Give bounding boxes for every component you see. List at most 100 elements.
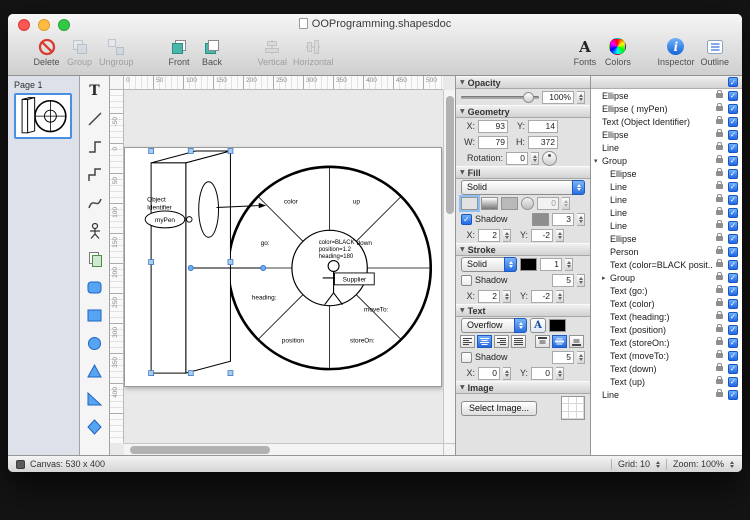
valign-top-button[interactable] bbox=[535, 335, 550, 348]
visibility-checkbox[interactable]: ✓ bbox=[728, 130, 738, 140]
visibility-checkbox[interactable]: ✓ bbox=[728, 156, 738, 166]
lock-icon[interactable] bbox=[716, 366, 723, 371]
prism-ellipse[interactable] bbox=[199, 182, 219, 238]
text-color-well[interactable] bbox=[549, 319, 566, 332]
front-button[interactable]: Front bbox=[163, 36, 196, 67]
outline-row[interactable]: Line ✓ bbox=[591, 193, 742, 206]
lock-icon[interactable] bbox=[716, 314, 723, 319]
visibility-checkbox[interactable]: ✓ bbox=[728, 390, 738, 400]
outline-row[interactable]: Text (storeOn:) ✓ bbox=[591, 336, 742, 349]
visibility-checkbox[interactable]: ✓ bbox=[728, 208, 738, 218]
text-fonts-button[interactable]: A bbox=[530, 318, 546, 333]
supplier-label[interactable]: Supplier bbox=[343, 276, 367, 283]
geometry-y-field[interactable]: 14 bbox=[528, 120, 558, 133]
prism-shape[interactable] bbox=[151, 151, 230, 373]
visibility-checkbox[interactable]: ✓ bbox=[728, 260, 738, 270]
person-tool[interactable] bbox=[82, 218, 108, 244]
align-left-button[interactable] bbox=[460, 335, 475, 348]
visibility-checkbox[interactable]: ✓ bbox=[728, 247, 738, 257]
visibility-checkbox[interactable]: ✓ bbox=[728, 182, 738, 192]
text-shadow-x-stepper[interactable] bbox=[503, 367, 511, 380]
text-section-header[interactable]: ▼ Text bbox=[456, 304, 590, 317]
fill-shadow-x-field[interactable]: 2 bbox=[478, 229, 500, 242]
lock-icon[interactable] bbox=[716, 184, 723, 189]
sector-label[interactable]: position bbox=[282, 337, 305, 344]
right-triangle-tool[interactable] bbox=[82, 386, 108, 412]
horizontal-scrollbar-thumb[interactable] bbox=[130, 446, 270, 454]
fill-shadow-x-stepper[interactable] bbox=[503, 229, 511, 242]
visibility-checkbox[interactable]: ✓ bbox=[728, 286, 738, 296]
outline-row[interactable]: Text (color) ✓ bbox=[591, 297, 742, 310]
vertical-scrollbar-thumb[interactable] bbox=[446, 96, 454, 214]
outline-row[interactable]: Line ✓ bbox=[591, 180, 742, 193]
fill-section-header[interactable]: ▼ Fill bbox=[456, 166, 590, 179]
text-shadow-stepper[interactable] bbox=[577, 351, 585, 364]
visibility-checkbox[interactable]: ✓ bbox=[728, 91, 738, 101]
diamond-tool[interactable] bbox=[82, 414, 108, 440]
select-image-button[interactable]: Select Image... bbox=[461, 401, 537, 416]
stroke-shadow-checkbox[interactable] bbox=[461, 275, 472, 286]
visibility-checkbox[interactable]: ✓ bbox=[728, 169, 738, 179]
fill-shadow-blur-field[interactable]: 3 bbox=[552, 213, 574, 226]
sector-label[interactable]: up bbox=[353, 199, 361, 206]
stroke-shadow-stepper[interactable] bbox=[577, 274, 585, 287]
outline-row[interactable]: Line ✓ bbox=[591, 141, 742, 154]
geometry-x-field[interactable]: 93 bbox=[478, 120, 508, 133]
back-button[interactable]: Back bbox=[196, 36, 229, 67]
curve-tool[interactable] bbox=[82, 190, 108, 216]
visibility-checkbox[interactable]: ✓ bbox=[728, 221, 738, 231]
stroke-shadow-y-field[interactable]: -2 bbox=[531, 290, 553, 303]
group-button[interactable]: Group bbox=[63, 36, 96, 67]
stroke-shadow-blur-field[interactable]: 5 bbox=[552, 274, 574, 287]
text-shadow-y-stepper[interactable] bbox=[556, 367, 564, 380]
sector-label[interactable]: moveTo: bbox=[364, 307, 389, 314]
ungroup-button[interactable]: Ungroup bbox=[96, 36, 137, 67]
outline-row[interactable]: Ellipse ✓ bbox=[591, 89, 742, 102]
visibility-checkbox[interactable]: ✓ bbox=[728, 377, 738, 387]
fonts-button[interactable]: A Fonts bbox=[568, 36, 601, 67]
stroke-shadow-y-stepper[interactable] bbox=[556, 290, 564, 303]
visibility-checkbox[interactable]: ✓ bbox=[728, 143, 738, 153]
rounded-rect-tool[interactable] bbox=[82, 274, 108, 300]
vertical-scrollbar[interactable] bbox=[443, 90, 455, 443]
lock-icon[interactable] bbox=[716, 171, 723, 176]
line-handle[interactable] bbox=[261, 265, 266, 270]
state-text-line[interactable]: heading=180 bbox=[319, 254, 354, 260]
clone-tool[interactable] bbox=[82, 246, 108, 272]
outline-row[interactable]: Text (down) ✓ bbox=[591, 362, 742, 375]
lock-icon[interactable] bbox=[716, 210, 723, 215]
sector-label[interactable]: go: bbox=[261, 240, 270, 247]
text-overflow-popup[interactable]: Overflow bbox=[461, 318, 527, 333]
lock-icon[interactable] bbox=[716, 132, 723, 137]
outline-row[interactable]: Line ✓ bbox=[591, 388, 742, 401]
lock-icon[interactable] bbox=[716, 158, 723, 163]
opacity-stepper[interactable] bbox=[577, 91, 585, 104]
stroke-color-well[interactable] bbox=[520, 258, 537, 271]
mypen-label[interactable]: myPen bbox=[155, 217, 175, 224]
outline-row[interactable]: ▸ Group ✓ bbox=[591, 271, 742, 284]
visibility-checkbox[interactable]: ✓ bbox=[728, 312, 738, 322]
stroke-shadow-x-stepper[interactable] bbox=[503, 290, 511, 303]
close-button[interactable] bbox=[18, 19, 30, 31]
fill-shadow-y-stepper[interactable] bbox=[556, 229, 564, 242]
elbow-line-tool[interactable] bbox=[82, 134, 108, 160]
fill-color-wheel-button[interactable] bbox=[521, 197, 534, 210]
sector-label[interactable]: color bbox=[284, 199, 299, 206]
fill-texture-well[interactable] bbox=[501, 197, 518, 210]
lock-icon[interactable] bbox=[716, 288, 723, 293]
outline-row[interactable]: Text (go:) ✓ bbox=[591, 284, 742, 297]
outline-row[interactable]: Text (Object Identifier) ✓ bbox=[591, 115, 742, 128]
align-right-button[interactable] bbox=[494, 335, 509, 348]
visibility-checkbox[interactable]: ✓ bbox=[728, 299, 738, 309]
triangle-tool[interactable] bbox=[82, 358, 108, 384]
colors-button[interactable]: Colors bbox=[601, 36, 634, 67]
lock-icon[interactable] bbox=[716, 93, 723, 98]
lock-icon[interactable] bbox=[716, 119, 723, 124]
visibility-checkbox[interactable]: ✓ bbox=[728, 234, 738, 244]
lock-icon[interactable] bbox=[716, 145, 723, 150]
zoom-stepper[interactable] bbox=[730, 459, 734, 470]
outline-row[interactable]: Text (heading:) ✓ bbox=[591, 310, 742, 323]
inspector-button[interactable]: i Inspector bbox=[654, 36, 697, 67]
lock-icon[interactable] bbox=[716, 392, 723, 397]
visibility-checkbox[interactable]: ✓ bbox=[728, 364, 738, 374]
